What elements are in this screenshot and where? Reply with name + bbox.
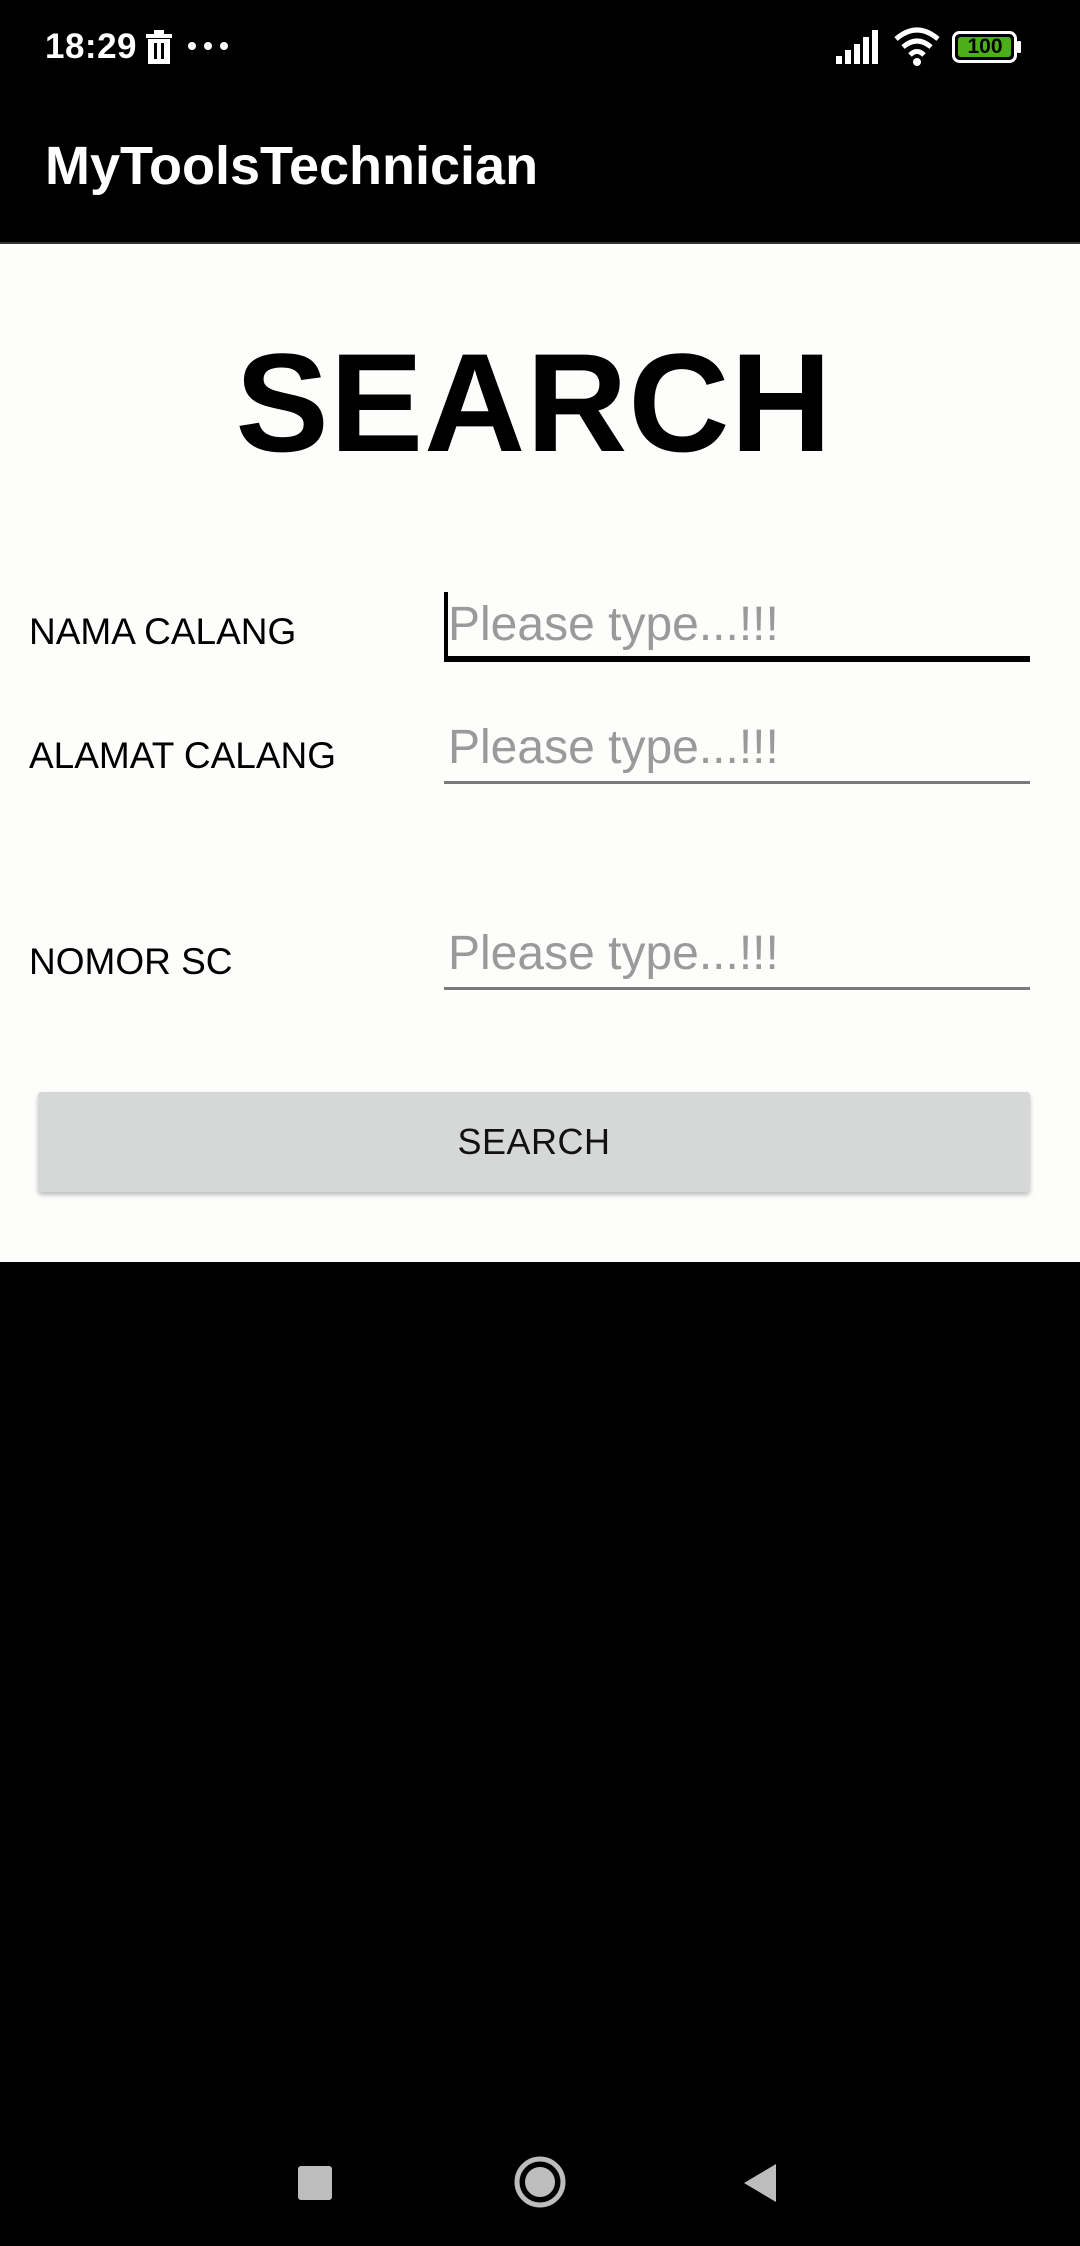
nama-calang-label: NAMA CALANG (29, 611, 297, 652)
nama-calang-input[interactable] (444, 592, 1030, 662)
search-button[interactable]: SEARCH (38, 1092, 1030, 1192)
more-dots-icon (188, 42, 228, 50)
signal-icon (836, 30, 878, 64)
alamat-calang-label: ALAMAT CALANG (29, 735, 337, 776)
status-time: 18:29 (45, 27, 138, 66)
text-cursor (444, 592, 448, 656)
alamat-calang-input[interactable] (444, 714, 1030, 784)
battery-level: 100 (967, 35, 1003, 58)
status-bar: 18:29 100 (0, 0, 1080, 96)
nomor-sc-input[interactable] (444, 920, 1030, 990)
back-triangle-icon[interactable] (742, 2162, 778, 2204)
nomor-sc-label: NOMOR SC (29, 941, 233, 982)
page-title: SEARCH (235, 324, 833, 481)
recents-square-icon[interactable] (298, 2166, 332, 2200)
wifi-icon (894, 27, 940, 66)
app-title: MyToolsTechnician (45, 136, 539, 196)
home-circle-icon[interactable] (514, 2156, 566, 2208)
trash-icon (146, 30, 172, 64)
app-bar: MyToolsTechnician (0, 96, 1080, 244)
search-form: SEARCH NAMA CALANG ALAMAT CALANG NOMOR S… (0, 244, 1080, 1262)
